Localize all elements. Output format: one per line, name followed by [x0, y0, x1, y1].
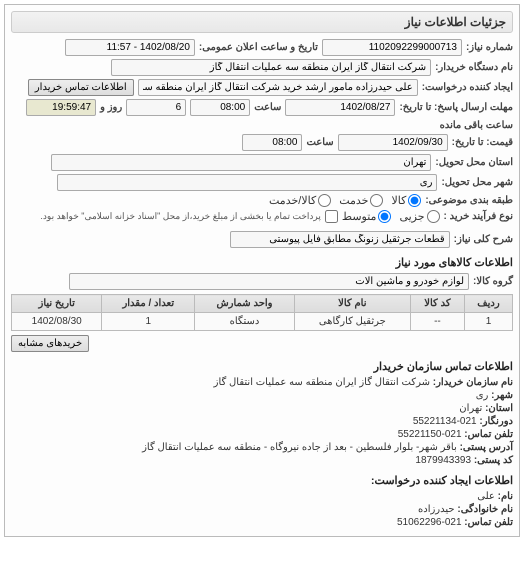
cell-unit: دستگاه [195, 313, 295, 331]
contact-post: 1879943393 [415, 455, 471, 466]
price-to-label: قیمت: تا تاریخ: [452, 137, 513, 148]
countdown-field [26, 99, 96, 116]
need-no-label: شماره نیاز: [466, 42, 513, 53]
contact-addr: باقر شهر- بلوار فلسطین - بعد از جاده نیر… [142, 442, 457, 453]
creator-tel: 021-51062296 [397, 517, 462, 528]
cell-code: -- [410, 313, 464, 331]
proc-label: نوع فرآیند خرید : [444, 211, 513, 222]
table-row[interactable]: 1 -- جرثقیل کارگاهی دستگاه 1 1402/08/30 [12, 313, 513, 331]
goods-table: ردیف کد کالا نام کالا واحد شمارش تعداد /… [11, 294, 513, 331]
contact-org-label: نام سازمان خریدار: [433, 377, 513, 388]
col-need-date: تاریخ نیاز [12, 295, 102, 313]
announce-field[interactable] [65, 39, 195, 56]
creator-tel-label: تلفن تماس: [464, 517, 513, 528]
creator-family: حیدرزاده [418, 504, 455, 515]
city-field[interactable] [57, 174, 437, 191]
proc-medium-label: متوسط [342, 210, 377, 223]
cell-row: 1 [464, 313, 512, 331]
creator-field[interactable] [138, 79, 418, 96]
goods-section-title: اطلاعات کالاهای مورد نیاز [11, 256, 513, 269]
cat-service-label: خدمت [339, 194, 368, 207]
cat-goods-label: کالا [391, 194, 406, 207]
similar-purchases-button[interactable]: خریدهای مشابه [11, 335, 89, 352]
price-date-field[interactable] [338, 134, 448, 151]
col-qty: تعداد / مقدار [102, 295, 195, 313]
contact-province: تهران [459, 403, 482, 414]
price-time-field[interactable] [242, 134, 302, 151]
contact-tel-label: تلفن تماس: [464, 429, 513, 440]
cell-need-date: 1402/08/30 [12, 313, 102, 331]
time-label-1: ساعت [254, 102, 281, 113]
cell-name: جرثقیل کارگاهی [294, 313, 410, 331]
col-name: نام کالا [294, 295, 410, 313]
deadline-label: مهلت ارسال پاسخ: تا تاریخ: [399, 102, 513, 113]
deadline-date-field[interactable] [285, 99, 395, 116]
province-field[interactable] [51, 154, 431, 171]
col-unit: واحد شمارش [195, 295, 295, 313]
need-no-field[interactable] [322, 39, 462, 56]
category-radio-group: کالا خدمت کالا/خدمت [269, 194, 421, 207]
cat-goods-radio[interactable] [408, 194, 421, 207]
city-label: شهر محل تحویل: [441, 177, 513, 188]
creator-info-title: اطلاعات ایجاد کننده درخواست: [11, 474, 513, 487]
days-left-field[interactable] [126, 99, 186, 116]
group-label: گروه کالا: [473, 276, 513, 287]
deadline-time-field[interactable] [190, 99, 250, 116]
contact-fax-label: دورنگار: [479, 416, 513, 427]
proc-small-radio[interactable] [427, 210, 440, 223]
cat-goods-service-label: کالا/خدمت [269, 194, 316, 207]
contact-fax: 021-55221134 [413, 416, 477, 427]
remain-label: ساعت باقی مانده [440, 120, 513, 131]
creator-name: علی [477, 491, 495, 502]
province-label: استان محل تحویل: [435, 157, 513, 168]
creator-name-label: نام: [498, 491, 513, 502]
creator-family-label: نام خانوادگی: [457, 504, 513, 515]
contact-post-label: کد پستی: [474, 455, 513, 466]
proc-medium-radio[interactable] [378, 210, 391, 223]
group-field[interactable] [69, 273, 469, 290]
panel-title: جزئیات اطلاعات نیاز [11, 11, 513, 33]
contact-city-label: شهر: [491, 390, 513, 401]
cat-goods-service-radio[interactable] [318, 194, 331, 207]
buyer-contact-button[interactable]: اطلاعات تماس خریدار [28, 79, 134, 96]
cat-label: طبقه بندی موضوعی: [425, 195, 513, 206]
need-details-panel: جزئیات اطلاعات نیاز شماره نیاز: تاریخ و … [4, 4, 520, 537]
buyer-org-label: نام دستگاه خریدار: [435, 62, 513, 73]
treasury-checkbox[interactable] [325, 210, 338, 223]
proc-note: پرداخت تمام یا بخشی از مبلغ خرید،از محل … [40, 211, 320, 222]
process-radio-group: جزیی متوسط [342, 210, 440, 223]
col-row: ردیف [464, 295, 512, 313]
cell-qty: 1 [102, 313, 195, 331]
cat-service-radio[interactable] [370, 194, 383, 207]
subject-label: شرح کلی نیاز: [454, 234, 513, 245]
contact-org: شرکت انتقال گاز ایران منطقه سه عملیات ان… [214, 377, 430, 388]
col-code: کد کالا [410, 295, 464, 313]
time-label-2: ساعت [306, 137, 333, 148]
creator-label: ایجاد کننده درخواست: [422, 82, 513, 93]
proc-small-label: جزیی [399, 210, 424, 223]
days-label: روز و [100, 102, 122, 113]
table-header-row: ردیف کد کالا نام کالا واحد شمارش تعداد /… [12, 295, 513, 313]
buyer-org-field[interactable] [111, 59, 431, 76]
contact-province-label: استان: [485, 403, 513, 414]
contact-title: اطلاعات تماس سازمان خریدار [11, 360, 513, 373]
subject-field[interactable] [230, 231, 450, 248]
announce-label: تاریخ و ساعت اعلان عمومی: [199, 42, 318, 53]
contact-addr-label: آدرس پستی: [460, 442, 513, 453]
contact-city: ری [476, 390, 489, 401]
contact-tel: 021-55221150 [398, 429, 462, 440]
